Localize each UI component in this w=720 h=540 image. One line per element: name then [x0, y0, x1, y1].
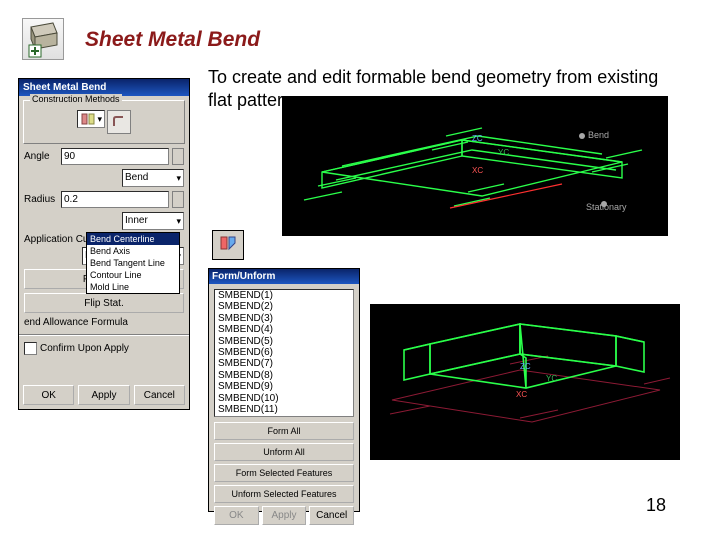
cad-view-flat: ZC YC XC Bend Stationary [282, 96, 668, 236]
unform-all-button[interactable]: Unform All [214, 443, 354, 461]
cancel-button[interactable]: Cancel [309, 506, 354, 525]
inner-select[interactable]: Inner [122, 212, 184, 230]
list-item[interactable]: SMBEND(6) [215, 347, 353, 358]
page-title: Sheet Metal Bend [85, 28, 260, 52]
apply-button[interactable]: Apply [78, 385, 129, 405]
list-item[interactable]: Contour Line [87, 269, 179, 281]
ok-button[interactable]: OK [23, 385, 74, 405]
bend-select[interactable]: Bend [122, 169, 184, 187]
list-item[interactable]: SMBEND(9) [215, 381, 353, 392]
list-item[interactable]: SMBEND(4) [215, 324, 353, 335]
axis-x: XC [472, 166, 483, 175]
float-tool-icon[interactable] [212, 230, 244, 260]
stationary-callout: Stationary [586, 202, 627, 212]
confirm-checkbox[interactable]: Confirm Upon Apply [24, 342, 184, 355]
sheet-metal-bend-icon [22, 18, 64, 60]
list-item[interactable]: SMBEND(7) [215, 358, 353, 369]
axis-y: YC [498, 148, 509, 157]
form-unform-dialog: Form/Unform SMBEND(1) SMBEND(2) SMBEND(3… [208, 268, 360, 512]
cad-view-formed: ZC YC XC [370, 304, 680, 460]
form-all-button[interactable]: Form All [214, 422, 354, 440]
angle-spinner[interactable] [172, 148, 184, 165]
unform-selected-button[interactable]: Unform Selected Features [214, 485, 354, 503]
list-item[interactable]: Bend Centerline [87, 233, 179, 245]
page-number: 18 [646, 495, 666, 516]
list-item[interactable]: SMBEND(8) [215, 370, 353, 381]
list-item[interactable]: Bend Tangent Line [87, 257, 179, 269]
list-item[interactable]: Mold Line [87, 281, 179, 293]
list-item[interactable]: SMBEND(2) [215, 301, 353, 312]
radius-spinner[interactable] [172, 191, 184, 208]
axis-x: XC [516, 390, 527, 399]
dialog-title: Form/Unform [209, 269, 359, 284]
flip-stat-button[interactable]: Flip Stat. [24, 293, 184, 313]
axis-z: ZC [520, 362, 531, 371]
angle-label: Angle [24, 151, 58, 162]
list-item[interactable]: SMBEND(5) [215, 336, 353, 347]
baf-label: end Allowance Formula [24, 317, 184, 328]
apply-button[interactable]: Apply [262, 506, 307, 525]
list-item[interactable]: Bend Axis [87, 245, 179, 257]
method-icon-2[interactable] [107, 110, 131, 134]
list-item[interactable]: SMBEND(1) [215, 290, 353, 301]
axis-y: YC [546, 374, 557, 383]
checkbox-icon [24, 342, 37, 355]
ok-button[interactable]: OK [214, 506, 259, 525]
feature-list[interactable]: SMBEND(1) SMBEND(2) SMBEND(3) SMBEND(4) … [214, 289, 354, 417]
form-selected-button[interactable]: Form Selected Features [214, 464, 354, 482]
cancel-button[interactable]: Cancel [134, 385, 185, 405]
radius-input[interactable]: 0.2 [61, 191, 169, 208]
list-item[interactable]: SMBEND(11) [215, 404, 353, 415]
method-icon-1[interactable] [77, 110, 105, 128]
list-item[interactable]: SMBEND(10) [215, 393, 353, 404]
curve-type-dropdown[interactable]: Bend Centerline Bend Axis Bend Tangent L… [86, 232, 180, 294]
list-item[interactable]: SMBEND(3) [215, 313, 353, 324]
angle-input[interactable]: 90 [61, 148, 169, 165]
radius-label: Radius [24, 194, 58, 205]
bend-callout: Bend [588, 130, 609, 140]
group-label: Construction Methods [30, 94, 122, 104]
axis-z: ZC [472, 134, 483, 143]
